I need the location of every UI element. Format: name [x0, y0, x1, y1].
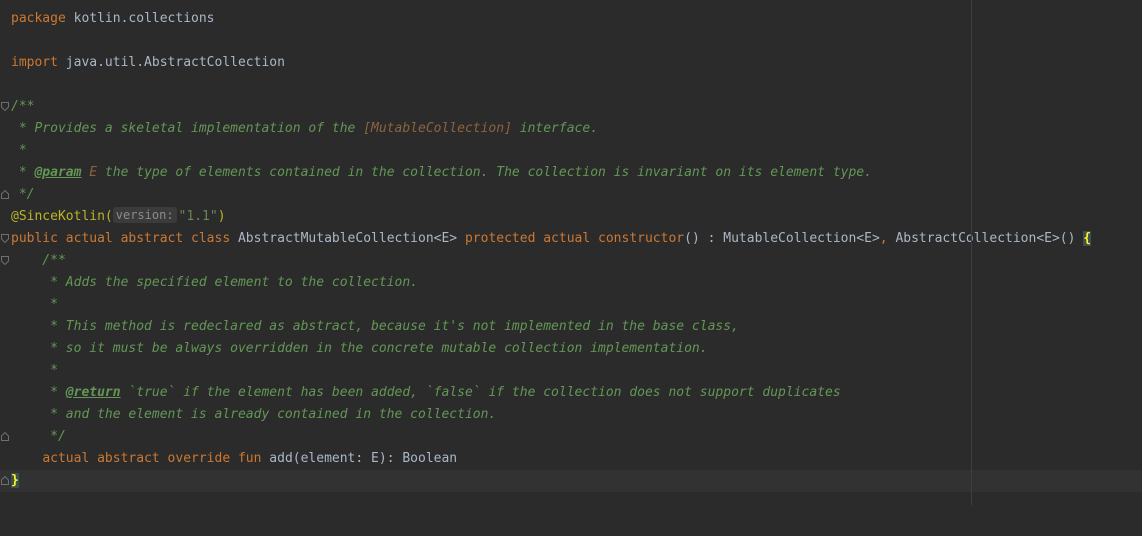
function-signature: add(element: E): Boolean [261, 451, 458, 466]
doc-comment: * so it must be always overridden in the… [11, 341, 708, 356]
doc-link[interactable]: [MutableCollection] [363, 121, 512, 136]
class-name: AbstractMutableCollection<E> [230, 231, 465, 246]
code-editor[interactable]: package kotlin.collections import java.u… [0, 0, 1142, 505]
fold-close-icon[interactable] [1, 432, 9, 441]
matched-brace: { [1083, 231, 1092, 246]
string-literal: "1.1" [178, 209, 218, 224]
doc-comment: * and the element is already contained i… [11, 407, 497, 422]
annotation-close: ) [217, 209, 226, 224]
doc-comment: * Provides a skeletal implementation of … [11, 121, 364, 136]
keyword: import [11, 55, 58, 70]
right-margin-guide [971, 0, 972, 505]
annotation: @SinceKotlin( [11, 209, 113, 224]
matched-brace: } [11, 473, 19, 488]
fold-open-icon[interactable] [1, 256, 9, 265]
doc-comment: */ [11, 187, 35, 202]
doc-comment: interface. [511, 121, 599, 136]
supertypes: () : MutableCollection<E> [684, 231, 880, 246]
fold-open-icon[interactable] [1, 234, 9, 243]
comma: , [879, 231, 888, 246]
doc-comment: `true` if the element has been added, `f… [120, 385, 841, 400]
keyword: actual abstract override fun [42, 451, 262, 466]
fold-open-icon[interactable] [1, 102, 9, 111]
doc-tag: @return [65, 385, 121, 400]
keyword: package [11, 11, 66, 26]
doc-comment: */ [11, 429, 66, 444]
fold-close-icon[interactable] [1, 190, 9, 199]
doc-comment: * This method is redeclared as abstract,… [11, 319, 739, 334]
keyword: public actual abstract class [11, 231, 231, 246]
package-name: kotlin.collections [65, 11, 215, 26]
doc-comment: * [11, 385, 66, 400]
keyword: protected actual constructor [464, 231, 685, 246]
doc-param: E [81, 165, 98, 180]
supertypes: AbstractCollection<E>() [887, 231, 1084, 246]
fold-close-icon[interactable] [1, 476, 9, 485]
doc-comment: * [11, 363, 58, 378]
doc-comment: /** [11, 253, 66, 268]
parameter-hint: version: [112, 207, 177, 223]
doc-comment: * [11, 297, 58, 312]
import-name: java.util.AbstractCollection [57, 55, 285, 70]
doc-comment: * [11, 143, 27, 158]
doc-tag: @param [34, 165, 82, 180]
doc-comment: /** [11, 99, 35, 114]
doc-comment: * Adds the specified element to the coll… [11, 275, 418, 290]
doc-comment: * [11, 165, 35, 180]
doc-comment: the type of elements contained in the co… [97, 165, 872, 180]
